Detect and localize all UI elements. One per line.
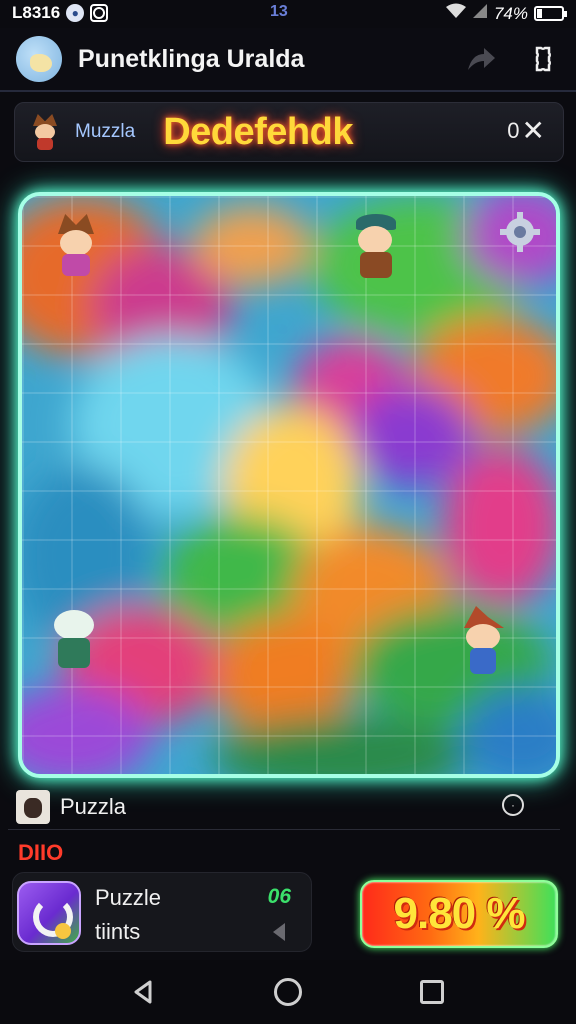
share-arrow-icon[interactable] [464, 42, 498, 76]
character-sprite-ghost[interactable] [46, 606, 102, 680]
battery-icon [534, 6, 567, 21]
character-sprite-merchant[interactable] [348, 214, 408, 284]
app-bar: Punetklinga Uralda [0, 28, 576, 92]
level-header: Muzzla Dedefehdk 0 ✕ [14, 102, 564, 162]
card-title: Puzzle [95, 885, 162, 910]
character-icon [29, 114, 61, 150]
navigation-bar [0, 960, 576, 1024]
header-label: Muzzla [75, 121, 136, 142]
battery-percent: 74% [493, 3, 528, 23]
chevron-left-icon[interactable] [273, 923, 285, 941]
wifi-icon [445, 3, 466, 24]
notification-icon: ● [66, 4, 85, 22]
status-center-text: 13 [270, 3, 288, 20]
camera-icon [90, 4, 109, 22]
puzzle-card[interactable]: Puzzle tiints 06 [12, 872, 312, 952]
puzzle-label: Puzzla [60, 793, 127, 819]
progress-button[interactable]: 9.80 % [360, 880, 558, 948]
signal-icon [472, 3, 488, 24]
home-circle-icon[interactable] [274, 978, 302, 1006]
piece-grid [22, 196, 556, 774]
section-label: DIIO [18, 840, 64, 865]
card-subtitle: tiints [95, 919, 141, 944]
info-circle-icon[interactable]: · [502, 794, 524, 816]
puzzle-board[interactable] [18, 192, 560, 778]
close-x-icon: ✕ [521, 115, 545, 146]
puzzle-piece-settings-icon[interactable] [526, 42, 560, 76]
recent-square-icon[interactable] [420, 980, 444, 1004]
close-prefix: 0 [507, 118, 520, 143]
level-title: Dedefehdk [163, 110, 353, 153]
progress-text: 9.80 % [393, 889, 526, 938]
avatar[interactable] [16, 36, 62, 82]
close-button[interactable]: 0 ✕ [507, 117, 545, 145]
gear-icon [498, 210, 542, 254]
card-count: 06 [267, 885, 291, 908]
character-sprite-knight[interactable] [52, 214, 102, 284]
puzzle-thumbnail [16, 789, 50, 824]
puzzle-app-icon [17, 881, 81, 945]
character-sprite-wizard[interactable] [458, 606, 510, 686]
status-bar: L8316 ● 13 74% [0, 0, 576, 26]
puzzle-info-row[interactable]: Puzzla · [8, 784, 560, 830]
status-time: L8316 [12, 3, 61, 22]
back-triangle-icon[interactable] [130, 978, 158, 1006]
app-title: Punetklinga Uralda [78, 44, 305, 73]
